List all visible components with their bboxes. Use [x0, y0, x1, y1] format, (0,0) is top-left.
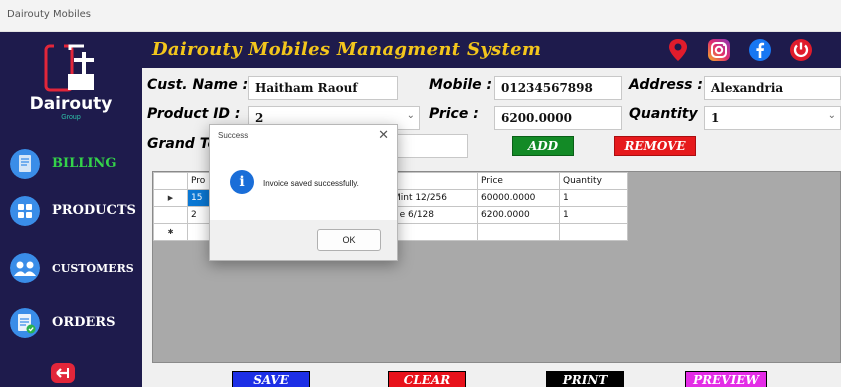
column-header-price[interactable]: Price: [477, 172, 560, 190]
chevron-down-icon: ⌄: [827, 110, 836, 121]
cell-quantity[interactable]: [559, 223, 628, 241]
price-label: Price :: [429, 106, 479, 122]
success-dialog: Success ✕ i Invoice saved successfully. …: [209, 124, 398, 261]
remove-button[interactable]: REMOVE: [614, 136, 696, 156]
sidebar: Dairouty Group BILLING PRODUCTS CUSTOMER…: [0, 32, 142, 387]
app-header: Dairouty Mobiles Managment System: [142, 32, 841, 68]
logo-phone-icon: [44, 44, 94, 92]
mobile-label: Mobile :: [429, 77, 493, 93]
address-label: Address :: [629, 77, 703, 93]
sidebar-item-label: PRODUCTS: [52, 203, 136, 218]
cell-price[interactable]: [477, 223, 560, 241]
grand-total-label: Grand To: [147, 136, 218, 152]
close-icon[interactable]: ✕: [378, 127, 389, 143]
grand-total-field[interactable]: [388, 134, 468, 158]
cell-quantity[interactable]: 1: [559, 206, 628, 224]
price-field[interactable]: 6200.0000: [494, 106, 622, 130]
orders-icon: [10, 308, 40, 338]
product-id-label: Product ID :: [147, 106, 241, 122]
logo-name: Dairouty: [29, 94, 113, 114]
customer-name-field[interactable]: Haitham Raouf: [248, 76, 398, 100]
facebook-icon[interactable]: [747, 37, 773, 63]
address-field[interactable]: Alexandria: [704, 76, 841, 100]
add-button[interactable]: ADD: [512, 136, 574, 156]
window-title: Dairouty Mobiles: [7, 9, 91, 20]
instagram-icon[interactable]: [706, 37, 732, 63]
bill-icon: [10, 149, 40, 179]
print-button[interactable]: PRINT: [546, 371, 624, 387]
save-button[interactable]: SAVE: [232, 371, 310, 387]
chevron-down-icon: ⌄: [406, 110, 415, 121]
dialog-footer: OK: [210, 220, 397, 260]
dialog-message: Invoice saved successfully.: [263, 179, 359, 188]
cell-quantity[interactable]: 1: [559, 189, 628, 207]
quantity-value: 1: [711, 111, 720, 125]
clear-button[interactable]: CLEAR: [388, 371, 466, 387]
mobile-field[interactable]: 01234567898: [494, 76, 622, 100]
customer-name-label: Cust. Name :: [147, 77, 249, 93]
row-marker: ✱: [153, 223, 188, 241]
preview-button[interactable]: PREVIEW: [685, 371, 767, 387]
row-header-corner: [153, 172, 188, 190]
row-marker: ▶: [153, 189, 188, 207]
logo-subtitle: Group: [61, 114, 81, 121]
product-id-value: 2: [255, 111, 264, 125]
sidebar-item-customers[interactable]: CUSTOMERS: [6, 250, 142, 286]
sidebar-item-label: CUSTOMERS: [52, 262, 134, 275]
quantity-label: Quantity: [629, 106, 698, 122]
quantity-select[interactable]: 1 ⌄: [704, 106, 841, 130]
sidebar-item-products[interactable]: PRODUCTS: [6, 193, 142, 229]
dialog-title: Success: [218, 131, 249, 140]
ok-button[interactable]: OK: [317, 229, 381, 251]
sidebar-item-billing[interactable]: BILLING: [6, 146, 142, 182]
grid-icon: [10, 196, 40, 226]
row-marker: [153, 206, 188, 224]
info-icon: i: [230, 170, 254, 194]
sidebar-item-label: BILLING: [52, 156, 117, 171]
sidebar-item-orders[interactable]: ORDERS: [6, 305, 142, 341]
cell-price[interactable]: 6200.0000: [477, 206, 560, 224]
power-icon[interactable]: [788, 37, 814, 63]
window-titlebar: Dairouty Mobiles: [0, 0, 841, 32]
users-icon: [10, 253, 40, 283]
logout-icon[interactable]: [50, 362, 76, 384]
sidebar-item-label: ORDERS: [52, 315, 116, 330]
cell-price[interactable]: 60000.0000: [477, 189, 560, 207]
app-title: Dairouty Mobiles Managment System: [152, 39, 542, 60]
column-header-quantity[interactable]: Quantity: [559, 172, 628, 190]
location-icon[interactable]: [665, 37, 691, 63]
